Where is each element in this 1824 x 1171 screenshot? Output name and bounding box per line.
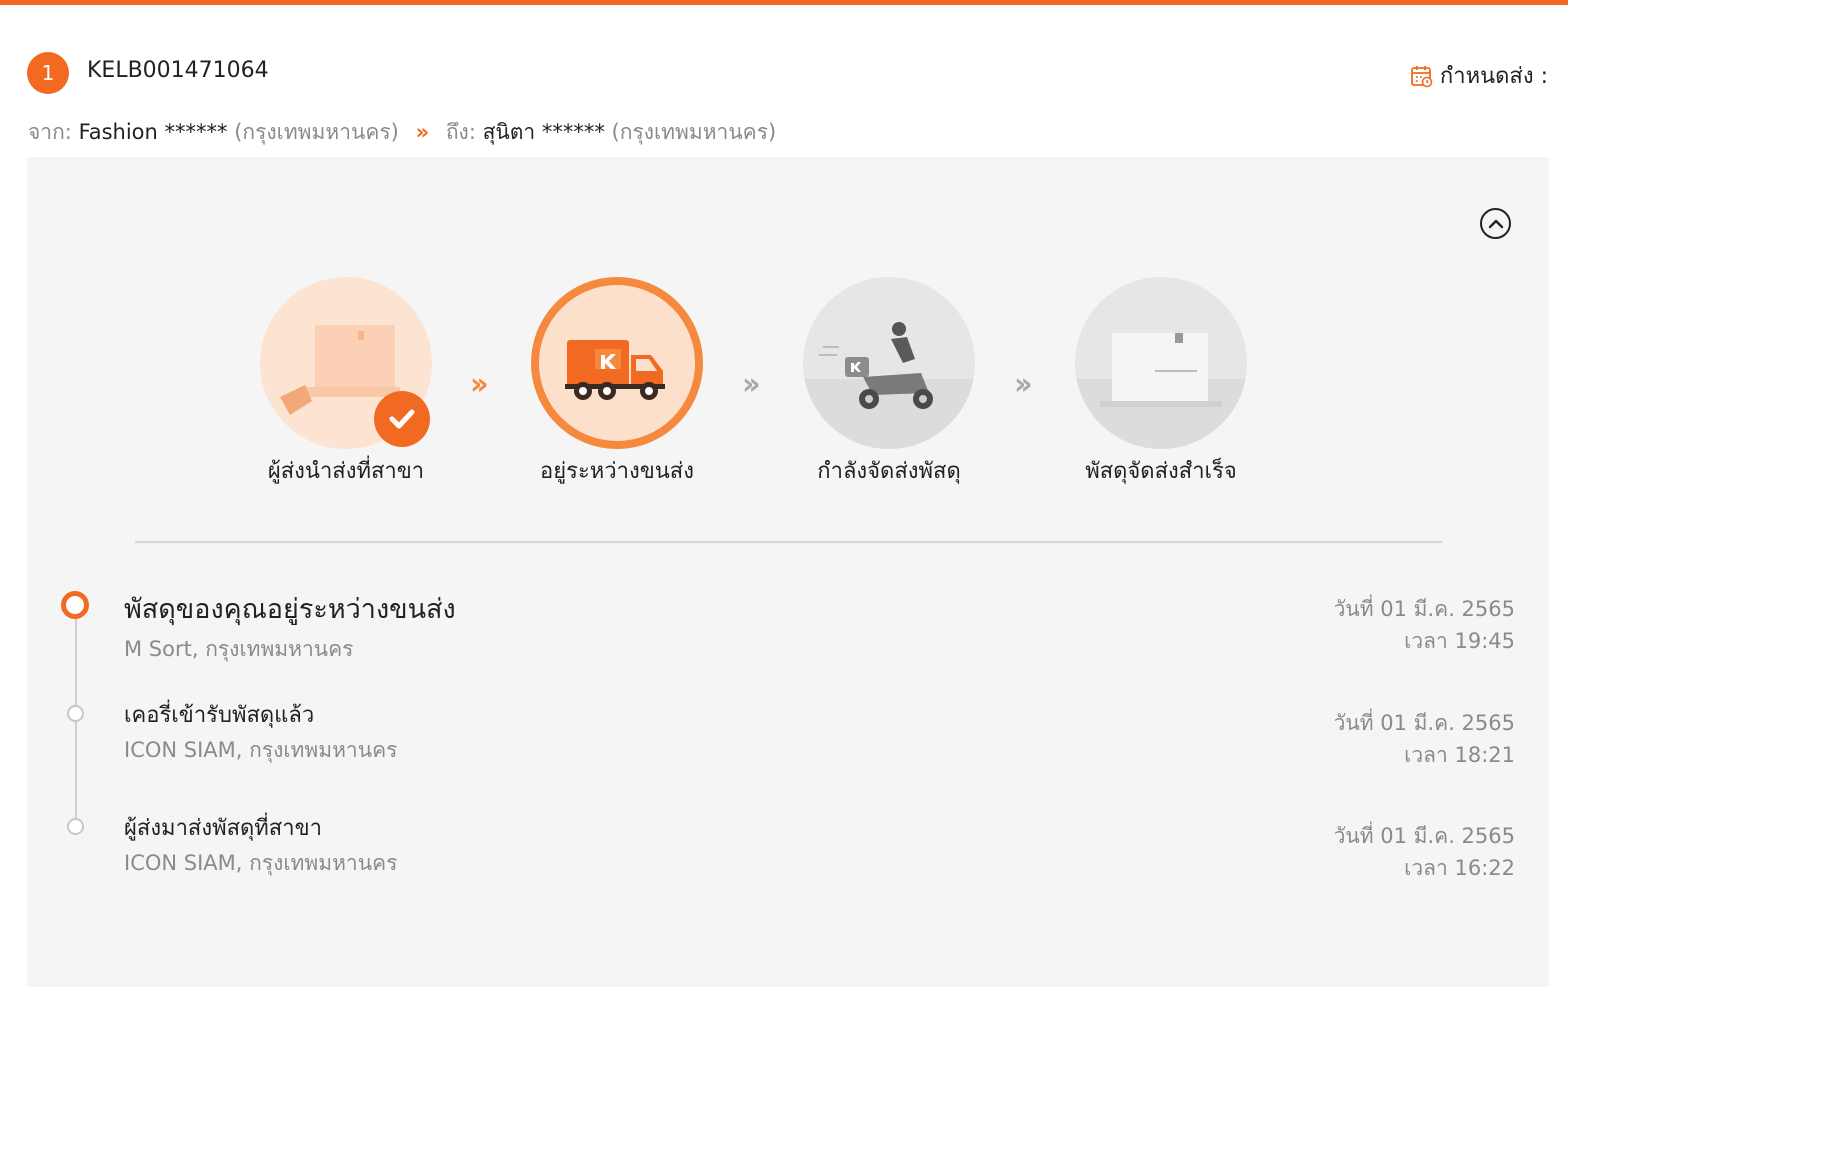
parcel-box-icon	[1075, 333, 1247, 449]
order-index-badge: 1	[27, 52, 69, 94]
delivery-truck-icon	[565, 340, 665, 400]
delivery-scooter-icon	[803, 322, 975, 449]
double-chevron-right-icon: »	[415, 120, 430, 144]
timeline-dot-current	[61, 591, 89, 619]
route-summary: จาก: Fashion ****** (กรุงเทพมหานคร) » ถึ…	[28, 116, 776, 149]
double-chevron-right-icon: ››	[742, 367, 761, 402]
step-label: พัสดุจัดส่งสำเร็จ	[1085, 459, 1237, 484]
step-out-for-delivery: กำลังจัดส่งพัสดุ	[769, 277, 1009, 488]
event-time: เวลา 18:21	[1404, 743, 1515, 767]
double-chevron-right-icon: ››	[470, 367, 489, 402]
timeline-dot	[67, 705, 84, 722]
event-datetime: วันที่ 01 มี.ค. 2565 เวลา 19:45	[1334, 593, 1515, 657]
chevron-up-icon	[1488, 219, 1503, 228]
to-label: ถึง:	[445, 120, 476, 144]
step-label: ผู้ส่งนำส่งที่สาขา	[267, 459, 425, 484]
event-location: M Sort, กรุงเทพมหานคร	[124, 637, 354, 661]
event-datetime: วันที่ 01 มี.ค. 2565 เวลา 18:21	[1334, 707, 1515, 771]
from-label: จาก:	[28, 120, 72, 144]
calendar-icon	[1411, 65, 1433, 87]
check-icon	[374, 391, 430, 447]
step-illustration	[1075, 277, 1247, 449]
step-in-transit: อยู่ระหว่างขนส่ง	[497, 277, 737, 488]
timeline-line	[75, 617, 77, 827]
sender-name: Fashion ******	[78, 120, 228, 144]
recipient-city: (กรุงเทพมหานคร)	[611, 120, 777, 144]
step-illustration	[531, 277, 703, 449]
step-label: อยู่ระหว่างขนส่ง	[540, 459, 694, 484]
delivery-due: กำหนดส่ง :	[1410, 58, 1548, 93]
event-title: เคอรี่เข้ารับพัสดุแล้ว	[124, 703, 315, 728]
event-location: ICON SIAM, กรุงเทพมหานคร	[124, 738, 398, 762]
event-location: ICON SIAM, กรุงเทพมหานคร	[124, 851, 398, 875]
step-sender-dropoff: ผู้ส่งนำส่งที่สาขา	[226, 277, 466, 488]
tracking-number: KELB001471064	[87, 58, 269, 83]
event-date: วันที่ 01 มี.ค. 2565	[1333, 597, 1515, 621]
event-time: เวลา 16:22	[1404, 856, 1515, 880]
event-date: วันที่ 01 มี.ค. 2565	[1333, 711, 1515, 735]
event-datetime: วันที่ 01 มี.ค. 2565 เวลา 16:22	[1334, 820, 1515, 884]
step-delivered: พัสดุจัดส่งสำเร็จ	[1041, 277, 1281, 488]
step-label: กำลังจัดส่งพัสดุ	[817, 459, 961, 484]
event-time: เวลา 19:45	[1404, 629, 1515, 653]
divider	[135, 541, 1442, 543]
tracking-panel: ผู้ส่งนำส่งที่สาขา ›› อยู่ระหว่างขนส่ง ›…	[27, 157, 1549, 987]
event-title: พัสดุของคุณอยู่ระหว่างขนส่ง	[124, 594, 456, 625]
sender-city: (กรุงเทพมหานคร)	[234, 120, 399, 144]
collapse-button[interactable]	[1480, 208, 1511, 239]
delivery-due-label: กำหนดส่ง :	[1439, 64, 1548, 89]
step-illustration	[803, 277, 975, 449]
recipient-name: สุนิตา ******	[482, 120, 605, 144]
event-title: ผู้ส่งมาส่งพัสดุที่สาขา	[124, 816, 322, 841]
double-chevron-right-icon: ››	[1014, 367, 1033, 402]
timeline-dot	[67, 818, 84, 835]
top-accent-bar	[0, 0, 1568, 5]
event-date: วันที่ 01 มี.ค. 2565	[1333, 824, 1515, 848]
